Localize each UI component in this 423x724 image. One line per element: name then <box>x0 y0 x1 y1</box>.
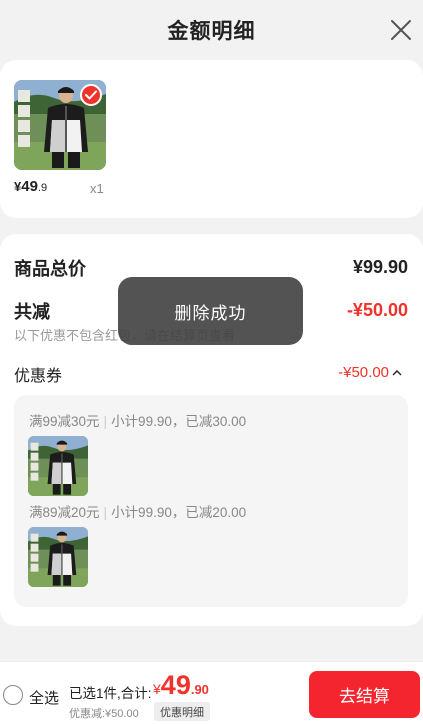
coupon-product-image <box>28 436 88 496</box>
goods-total-value: ¥99.90 <box>352 257 408 277</box>
product-quantity: x1 <box>90 181 104 196</box>
select-all-label[interactable]: 全选 <box>29 687 59 708</box>
header: 金额明细 <box>0 0 423 60</box>
chevron-up-icon <box>392 369 402 375</box>
selected-count: 已选1件,合计: <box>69 686 152 701</box>
reduction-label: 共减 <box>14 302 50 322</box>
coupon-value: -¥50.00 <box>338 364 389 381</box>
rule-summary: 小计99.90，已减30.00 <box>111 414 247 429</box>
total-symbol: ¥ <box>153 681 161 697</box>
coupon-details: 满99减30元 | 小计99.90，已减30.00 满89减20元 | 小计99.90，… <box>14 395 408 607</box>
check-icon <box>85 90 97 100</box>
total-decimal: .90 <box>190 682 209 697</box>
coupon-label: 优惠券 <box>14 368 63 385</box>
price-integer: 49 <box>21 178 38 195</box>
rule-summary: 小计99.90，已减20.00 <box>111 505 247 520</box>
checkout-button[interactable]: 去结算 <box>309 671 420 718</box>
page-title: 金额明细 <box>167 20 256 43</box>
product-image[interactable] <box>14 80 106 170</box>
price-decimal: .9 <box>37 182 48 194</box>
coupon-rule: 满89减20元 | 小计99.90，已减20.00 <box>29 501 246 521</box>
discount-note: 优惠减:¥50.00 <box>69 708 139 720</box>
product-price: ¥49.9 <box>14 178 47 195</box>
coupon-rule: 满99减30元 | 小计99.90，已减30.00 <box>29 410 246 430</box>
reduction-value: -¥50.00 <box>346 300 408 320</box>
coupon-product-image <box>28 527 88 587</box>
checkout-bar: 全选 已选1件,合计: ¥49.90 优惠减:¥50.00 优惠明细 去结算 <box>0 661 423 724</box>
rule-divider: | <box>103 414 108 429</box>
goods-total-label: 商品总价 <box>14 259 86 279</box>
rule-condition: 满99减30元 <box>29 414 100 429</box>
close-icon[interactable] <box>389 18 413 42</box>
rule-condition: 满89减20元 <box>29 505 100 520</box>
discount-detail-button[interactable]: 优惠明细 <box>154 702 210 721</box>
select-all-radio[interactable] <box>3 685 23 705</box>
rule-divider: | <box>103 505 108 520</box>
coupon-toggle[interactable]: -¥50.00 <box>338 364 403 381</box>
toast-message: 删除成功 <box>118 277 303 345</box>
total-integer: 49 <box>160 670 191 700</box>
selected-check[interactable] <box>80 84 102 106</box>
total-price: ¥49.90 <box>153 670 209 701</box>
product-card: ¥49.9 x1 <box>0 60 423 218</box>
